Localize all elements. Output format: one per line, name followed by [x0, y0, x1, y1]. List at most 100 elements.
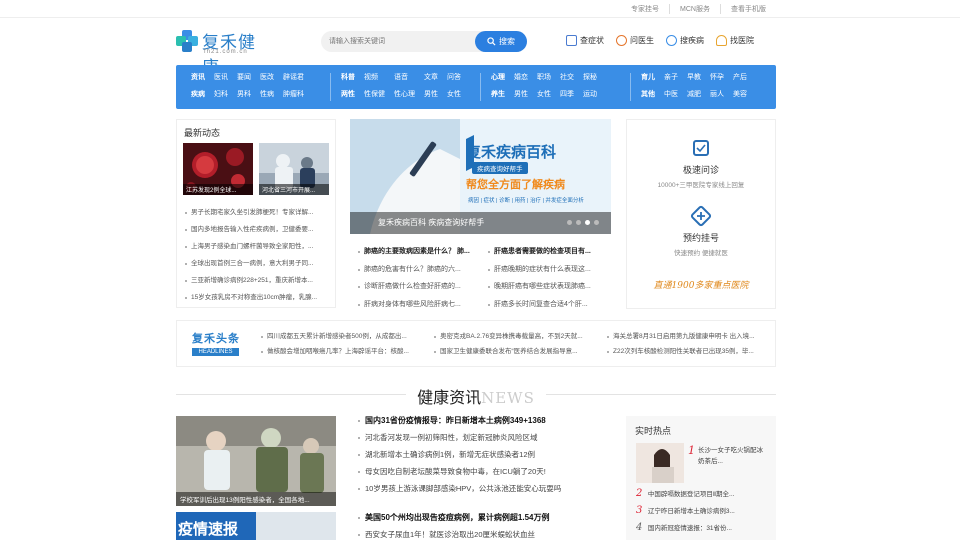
category-link[interactable]: 男性: [424, 87, 438, 102]
top-link-mobile[interactable]: 查看手机版: [720, 4, 776, 14]
category-link[interactable]: 早教: [687, 70, 701, 85]
category-link[interactable]: 怀孕: [710, 70, 724, 85]
list-item[interactable]: 国内多地报告输入性疟疾病例，卫健委要...: [184, 221, 332, 238]
headline-item[interactable]: Z22次列车核酸检测阳性关联者已出现35例，毕...: [607, 344, 767, 359]
category-link[interactable]: 男科: [237, 87, 251, 102]
category-link[interactable]: 婚恋: [514, 70, 528, 85]
carousel-dot[interactable]: [567, 220, 572, 225]
nav-hospital[interactable]: 找医院: [716, 35, 754, 46]
category-link[interactable]: 要闻: [237, 70, 251, 85]
list-item[interactable]: 西安女子尿血1年！就医诊治取出20厘米蜈蚣状血丝: [358, 526, 608, 540]
nav-symptoms[interactable]: 查症状: [566, 35, 604, 46]
headline-item[interactable]: 海关总署8月31日启用第九版健康申明卡 出入境...: [607, 329, 767, 344]
carousel-dot[interactable]: [594, 220, 599, 225]
top-links: 专家挂号 MCN服务 查看手机版: [621, 4, 776, 14]
search-input[interactable]: [329, 34, 469, 49]
category-link[interactable]: 运动: [583, 87, 597, 102]
category-link[interactable]: 探秘: [583, 70, 597, 85]
hot-topic-first[interactable]: 1 长沙一女子吃火锅配冰奶茶后...: [636, 443, 770, 483]
list-item[interactable]: 15岁女孩乳房不对称查出10cm肿瘤，乳腺...: [184, 289, 332, 306]
category-link[interactable]: 其他: [641, 87, 655, 102]
latest-thumb[interactable]: 河北省三河市开展...: [259, 143, 329, 195]
list-item[interactable]: 晚期肝癌有哪些症状表现肺癌...: [488, 278, 610, 296]
category-link[interactable]: 疾病: [191, 87, 205, 102]
service-appointment[interactable]: 预约挂号 快速预约 便捷就医: [627, 204, 775, 257]
thumb-caption: 河北省三河市开展...: [259, 184, 329, 195]
list-item[interactable]: 上海男子感染血门螺杆菌导致全家阳性，...: [184, 238, 332, 255]
category-link[interactable]: 中医: [664, 87, 678, 102]
top-link-expert[interactable]: 专家挂号: [621, 4, 669, 14]
category-link[interactable]: 医改: [260, 70, 274, 85]
category-link[interactable]: 资讯: [191, 70, 205, 85]
list-item[interactable]: 国内31省份疫情报导：昨日新增本土病例349+1368: [358, 412, 608, 429]
list-item[interactable]: 湖北新增本土确诊病例1例，新增无症状感染者12例: [358, 446, 608, 463]
category-link[interactable]: 丽人: [710, 87, 724, 102]
category-link[interactable]: 亲子: [664, 70, 678, 85]
list-item[interactable]: 河北香河发现一例初筛阳性，划定新冠肺炎风险区域: [358, 429, 608, 446]
category-link[interactable]: 社交: [560, 70, 574, 85]
category-link[interactable]: 产后: [733, 70, 747, 85]
category-link[interactable]: 四季: [560, 87, 574, 102]
site-logo[interactable]: 复禾健康 fh21.com.cn: [176, 27, 266, 78]
category-link[interactable]: 医讯: [214, 70, 228, 85]
headline-item[interactable]: 四川成都五天累计新增感染者500例，从成都出...: [261, 329, 429, 344]
list-item[interactable]: 肝癌晚期的症状有什么表现这...: [488, 261, 610, 279]
carousel-dot[interactable]: [576, 220, 581, 225]
category-link[interactable]: 育儿: [641, 70, 655, 85]
category-link[interactable]: 语音: [394, 70, 415, 85]
category-link[interactable]: 女性: [537, 87, 551, 102]
list-item[interactable]: 全球出现首例三合一病例，意大利男子同...: [184, 255, 332, 272]
nav-disease[interactable]: 搜疾病: [666, 35, 704, 46]
category-link[interactable]: 问答: [447, 70, 461, 85]
list-item[interactable]: 肺癌的主要致病因素是什么？ 肺...: [358, 243, 480, 261]
list-item[interactable]: 母女因吃自制老坛酸菜导致食物中毒，在ICU躺了20天!: [358, 463, 608, 480]
category-link[interactable]: 文章: [424, 70, 438, 85]
category-link[interactable]: 性病: [260, 87, 274, 102]
category-link[interactable]: 美容: [733, 87, 747, 102]
headline-item[interactable]: 做核酸会增加咽喉癌几率？上海辟谣平台：核酸...: [261, 344, 429, 359]
latest-thumb[interactable]: 江苏发现2例全球...: [183, 143, 253, 195]
hot-topic-item[interactable]: 2 中国辟嗝数据登记项目Ⅱ期全...: [636, 486, 770, 503]
category-link[interactable]: 科普: [341, 70, 355, 85]
category-link[interactable]: 两性: [341, 87, 355, 102]
category-link[interactable]: 妇科: [214, 87, 228, 102]
hot-rank: 4: [636, 522, 643, 533]
list-item[interactable]: 男子长期宅家久坐引发肺梗死！专家详解...: [184, 204, 332, 221]
hospital-hotline[interactable]: 直通1900多家重点医院: [627, 278, 775, 291]
category-link[interactable]: 心理: [491, 70, 505, 85]
category-link[interactable]: 视频: [364, 70, 385, 85]
list-item[interactable]: 三亚新增确诊病例228+251，重庆新增本...: [184, 272, 332, 289]
list-item[interactable]: 肝病对身体有哪些风险肝病七...: [358, 296, 480, 314]
category-link[interactable]: 男性: [514, 87, 528, 102]
top-link-mcn[interactable]: MCN服务: [669, 4, 720, 14]
news-feature-image-2[interactable]: 疫情速报: [176, 512, 336, 540]
hot-topic-item[interactable]: 4 国内新冠疫情速报：31省份...: [636, 520, 770, 537]
headline-item[interactable]: 国家卫生健康委联合发布“医养结合发展指导意...: [434, 344, 602, 359]
search-button[interactable]: 搜索: [475, 31, 527, 52]
hot-topics-panel: 实时热点 1 长沙一女子吃火锅配冰奶茶后... 2 中国辟嗝数据登记项目Ⅱ期全.…: [626, 416, 776, 540]
category-link[interactable]: 肿瘤科: [283, 87, 304, 102]
category-link[interactable]: 女性: [447, 87, 461, 102]
list-item[interactable]: 肝癌多长时间复查合适4个肝...: [488, 296, 610, 314]
hot-topic-item[interactable]: 3 辽宁昨日新增本土确诊病例3...: [636, 503, 770, 520]
category-link[interactable]: 养生: [491, 87, 505, 102]
hot-rank: 3: [636, 505, 643, 516]
nav-ask-doctor[interactable]: 问医生: [616, 35, 654, 46]
category-link[interactable]: 辟谣君: [283, 70, 304, 85]
category-link[interactable]: 性心理: [394, 87, 415, 102]
news-feature-image[interactable]: 学校军训后出现13例阳性感染者，全国各地...: [176, 416, 336, 506]
list-item[interactable]: 美国50个州均出现告疫痘病例，累计病例超1.54万例: [358, 509, 608, 526]
list-item[interactable]: 诊断肝癌做什么检查好肝癌的...: [358, 278, 480, 296]
list-item[interactable]: 10岁男孩上游泳课脚部感染HPV，公共泳池还能安心玩耍吗: [358, 480, 608, 497]
disease-encyclopedia-banner[interactable]: 复禾疾病百科 疾病查询好帮手 帮您全方面了解疾病 病因 | 症状 | 诊断 | …: [350, 119, 611, 234]
category-link[interactable]: 职场: [537, 70, 551, 85]
category-link[interactable]: 减肥: [687, 87, 701, 102]
carousel-dot-active[interactable]: [585, 220, 590, 225]
service-quick-consult[interactable]: 极速问诊 10000+三甲医院专家线上回复: [627, 140, 775, 189]
category-link[interactable]: 性保健: [364, 87, 385, 102]
headline-item[interactable]: 奥密克戎BA.2.76变异株携毒载量高，不到2天就...: [434, 329, 602, 344]
hot-topic-text: 国内新冠疫情速报：31省份...: [647, 525, 732, 532]
logo-cross-icon: [176, 30, 198, 52]
list-item[interactable]: 肺癌的危害有什么？肺癌的六...: [358, 261, 480, 279]
list-item[interactable]: 肝癌患者需要做的检查项目有...: [488, 243, 610, 261]
